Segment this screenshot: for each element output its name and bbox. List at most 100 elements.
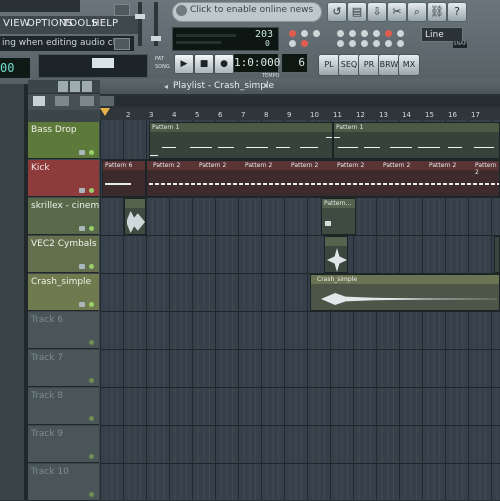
master-pitch-handle[interactable] (151, 36, 161, 41)
pattern-clip[interactable]: Pattern 6 (102, 160, 146, 197)
stop-button[interactable]: ■ (194, 54, 214, 74)
track-enable-icon[interactable] (89, 226, 94, 231)
track-enable-icon[interactable] (89, 264, 94, 269)
cut-icon[interactable]: ✂ (387, 2, 407, 22)
song-position-marker[interactable] (92, 58, 114, 68)
record-indicator-icon[interactable] (385, 30, 392, 37)
audio-clip[interactable] (494, 236, 500, 273)
track-enable-icon[interactable] (89, 150, 94, 155)
chevron-down-icon[interactable]: ▾ (264, 81, 268, 90)
track-name: Kick (31, 163, 50, 173)
pattern-clip[interactable]: Pattern 1 (333, 122, 500, 159)
pat-label[interactable]: PAT (155, 56, 164, 62)
playhead-marker[interactable] (100, 108, 110, 116)
master-volume-handle[interactable] (135, 14, 145, 19)
play-button[interactable]: ▶ (174, 54, 194, 74)
link-icon[interactable]: ⛓ (427, 2, 447, 22)
undo-icon[interactable]: ↺ (327, 2, 347, 22)
mini-icon (114, 4, 130, 16)
note (338, 147, 358, 148)
ruler-tick: 7 (241, 111, 246, 119)
track-edit-icon[interactable] (79, 264, 85, 269)
track-edit-icon[interactable] (79, 226, 85, 231)
search-icon[interactable]: ⌕ (407, 2, 427, 22)
note (218, 147, 234, 148)
track-name: Track 6 (31, 315, 64, 325)
menu-view[interactable]: VIEW (3, 18, 30, 29)
option-bullet-icon[interactable] (397, 30, 404, 37)
audio-clip[interactable] (124, 198, 146, 235)
option-bullet-icon[interactable] (361, 30, 368, 37)
clip-title: Pattern 2 (153, 162, 181, 169)
note (190, 147, 212, 148)
magnet-icon[interactable] (80, 96, 94, 106)
track-enable-icon[interactable] (89, 492, 94, 497)
option-bullet-icon[interactable] (385, 40, 392, 47)
waveform (321, 293, 497, 305)
song-label[interactable]: SONG (155, 64, 170, 70)
track-enable-icon[interactable] (89, 188, 94, 193)
track-edit-icon[interactable] (79, 150, 85, 155)
option-bullet-icon[interactable] (349, 40, 356, 47)
menu-help[interactable]: HELP (92, 18, 118, 29)
option-bullet-icon[interactable] (397, 40, 404, 47)
record-indicator-icon[interactable] (289, 30, 296, 37)
track-enable-icon[interactable] (89, 454, 94, 459)
view-browser-button[interactable]: BRW (378, 54, 400, 76)
snap-select[interactable]: Line (421, 27, 463, 42)
view-piano-roll-button[interactable]: PR (358, 54, 380, 76)
track-name: Track 9 (31, 429, 64, 439)
track-name: skrillex - cinem... (31, 201, 99, 211)
playlist-menu-arrow-icon[interactable]: ◂ (164, 82, 168, 91)
delete-tool-icon[interactable] (82, 81, 92, 92)
view-playlist-button[interactable]: PL (318, 54, 340, 76)
pattern-clip[interactable]: Pattern 1 (149, 122, 333, 159)
help-icon[interactable]: ? (447, 2, 467, 22)
option-bullet-icon[interactable] (337, 30, 344, 37)
horizontal-scrollbar[interactable] (116, 96, 500, 106)
option-bullet-icon[interactable] (337, 40, 344, 47)
option-bullet-icon[interactable] (373, 40, 380, 47)
track-enable-icon[interactable] (89, 340, 94, 345)
pattern-clip[interactable]: Pattern 2 Pattern 2 Pattern 2 Pattern 2 … (146, 160, 500, 197)
option-bullet-icon[interactable] (313, 30, 320, 37)
track-enable-icon[interactable] (89, 302, 94, 307)
option-bullet-icon[interactable] (301, 30, 308, 37)
track-name: Track 10 (31, 467, 69, 477)
audio-clip[interactable] (324, 236, 348, 273)
master-volume-slider[interactable] (138, 2, 142, 46)
online-news-text: Click to enable online news (190, 5, 314, 15)
export-icon[interactable]: ⇩ (367, 2, 387, 22)
row-divider (100, 235, 500, 236)
tempo-display[interactable]: 6 (282, 54, 307, 72)
ruler-tick: 6 (218, 111, 223, 119)
option-bullet-icon[interactable] (361, 40, 368, 47)
row-divider (100, 425, 500, 426)
track-edit-icon[interactable] (79, 188, 85, 193)
option-bullet-icon[interactable] (289, 40, 296, 47)
track-enable-icon[interactable] (89, 416, 94, 421)
clip-title: Pattern 2 (429, 162, 457, 169)
note (246, 147, 268, 148)
option-bullet-icon[interactable] (349, 30, 356, 37)
track-enable-icon[interactable] (89, 378, 94, 383)
option-bullet-icon[interactable] (373, 30, 380, 37)
snap-icon[interactable] (33, 96, 45, 106)
view-mixer-button[interactable]: MX (398, 54, 420, 76)
scroll-left-icon[interactable] (100, 96, 114, 106)
save-icon[interactable]: ▤ (347, 2, 367, 22)
ruler-tick: 8 (264, 111, 269, 119)
view-step-sequencer-button[interactable]: SEQ (338, 54, 360, 76)
ruler-tick: 2 (126, 111, 131, 119)
pattern-clip[interactable]: Pattern... (321, 198, 356, 235)
pencil-tool-icon[interactable] (58, 81, 68, 92)
note (364, 147, 380, 148)
audio-clip[interactable]: Crash_simple (310, 274, 500, 311)
settings-icon[interactable] (55, 96, 69, 106)
track-edit-icon[interactable] (79, 302, 85, 307)
ruler-tick: 13 (379, 111, 388, 119)
record-indicator-icon[interactable] (301, 40, 308, 47)
brush-tool-icon[interactable] (70, 81, 80, 92)
record-button[interactable]: ● (214, 54, 234, 74)
clip-title: Pattern... (322, 199, 355, 208)
